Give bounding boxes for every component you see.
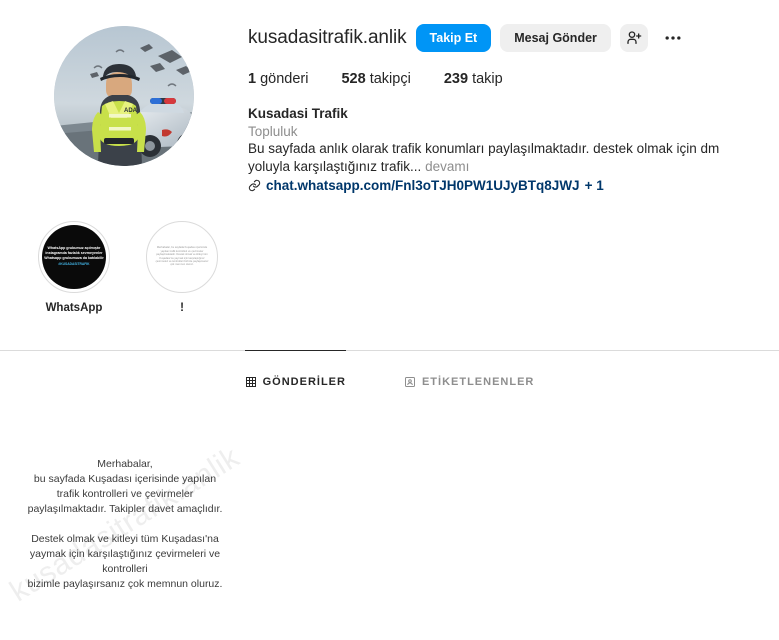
tab-posts-label: GÖNDERİLER <box>262 376 346 388</box>
person-add-icon <box>627 31 642 44</box>
tab-posts[interactable]: GÖNDERİLER <box>244 349 346 400</box>
stat-posts-value: 1 <box>248 71 257 87</box>
bio-more-link[interactable]: devamı <box>425 159 469 174</box>
post-item[interactable]: kusadasitrafik.anlik Merhabalar, bu sayfa… <box>0 399 250 640</box>
highlight-label: ! <box>180 301 184 314</box>
post-paragraph-1: Merhabalar, bu sayfada Kuşadası içerisind… <box>27 458 223 515</box>
stat-followers-label: takipçi <box>369 71 411 87</box>
bio-link-extra: + 1 <box>584 178 604 193</box>
svg-text:ADA: ADA <box>124 108 138 114</box>
stat-following[interactable]: 239 takip <box>444 71 503 87</box>
stat-posts: 1 gönderi <box>248 71 308 87</box>
highlight-info[interactable]: Merhabalar, bu sayfada Kuşadası içerisin… <box>146 220 218 314</box>
avatar[interactable]: ADA <box>54 26 194 166</box>
highlight-cover-subtext: #KUSADASITRAFIK <box>58 262 90 267</box>
profile-header: ADA kusadasitrafik.anlik Takip Et Mesaj … <box>0 0 779 195</box>
more-options-button[interactable] <box>659 24 687 52</box>
link-icon <box>248 179 261 192</box>
highlight-cover-body: WhatsApp grubumuz açılmıştır instagramda… <box>44 246 104 260</box>
stat-followers-value: 528 <box>341 71 366 87</box>
profile-tabs: GÖNDERİLER ETİKETLENENLER <box>0 349 779 400</box>
bio-description: Bu sayfada anlık olarak trafik konumları… <box>248 141 720 174</box>
bio-category: Topluluk <box>248 123 298 139</box>
stat-followers[interactable]: 528 takipçi <box>341 71 410 87</box>
highlight-ring: Merhabalar, bu sayfada Kuşadası içerisin… <box>146 220 218 293</box>
bio-link-url: chat.whatsapp.com/Fnl3oTJH0PW1UJyBTq8JWJ <box>266 178 580 193</box>
stat-posts-label: gönderi <box>260 71 309 87</box>
bio-text: Bu sayfada anlık olarak trafik konumları… <box>248 140 763 175</box>
highlight-ring: WhatsApp grubumuz açılmıştır instagramda… <box>38 220 110 293</box>
grid-icon <box>245 377 256 387</box>
more-options-icon <box>665 36 681 40</box>
highlight-whatsapp[interactable]: WhatsApp grubumuz açılmıştır instagramda… <box>38 220 110 314</box>
post-paragraph-2: Destek olmak ve kitleyi tüm Kuşadası'na y… <box>27 533 223 590</box>
profile-stats: 1 gönderi 528 takipçi 239 takip <box>248 71 763 87</box>
post-grid: kusadasitrafik.anlik Merhabalar, bu sayfa… <box>0 399 779 640</box>
highlight-label: WhatsApp <box>45 301 103 314</box>
bio-full-name: Kusadasi Trafik <box>248 106 348 121</box>
message-button[interactable]: Mesaj Gönder <box>500 24 611 52</box>
highlight-cover: WhatsApp grubumuz açılmıştır instagramda… <box>42 224 106 289</box>
follow-button[interactable]: Takip Et <box>415 24 492 52</box>
highlight-cover: Merhabalar, bu sayfada Kuşadası içerisin… <box>150 224 214 289</box>
avatar-image: ADA <box>54 26 194 166</box>
stat-following-value: 239 <box>443 71 469 87</box>
avatar-column: ADA <box>0 22 248 195</box>
person-add-icon-button[interactable] <box>619 24 648 52</box>
highlight-cover-text: WhatsApp grubumuz açılmıştır instagramda… <box>42 244 106 268</box>
post-content: Merhabalar, bu sayfada Kuşadası içerisind… <box>0 400 250 640</box>
bio-external-link[interactable]: chat.whatsapp.com/Fnl3oTJH0PW1UJyBTq8JWJ… <box>248 177 763 195</box>
stat-following-label: takip <box>472 71 503 87</box>
tab-tagged-label: ETİKETLENENLER <box>421 376 535 388</box>
tab-tagged[interactable]: ETİKETLENENLER <box>404 350 534 400</box>
profile-info-column: kusadasitrafik.anlik Takip Et Mesaj Gönd… <box>248 22 779 195</box>
profile-actions-row: kusadasitrafik.anlik Takip Et Mesaj Gönd… <box>248 22 763 54</box>
highlight-cover-text: Merhabalar, bu sayfada Kuşadası içerisin… <box>155 246 209 267</box>
instagram-profile-page: ADA kusadasitrafik.anlik Takip Et Mesaj … <box>0 0 779 640</box>
profile-bio: Kusadasi Trafik Topluluk Bu sayfada anlı… <box>248 105 763 195</box>
story-highlights: WhatsApp grubumuz açılmıştır instagramda… <box>0 195 779 314</box>
tagged-person-icon <box>404 377 415 387</box>
profile-username: kusadasitrafik.anlik <box>248 26 407 48</box>
